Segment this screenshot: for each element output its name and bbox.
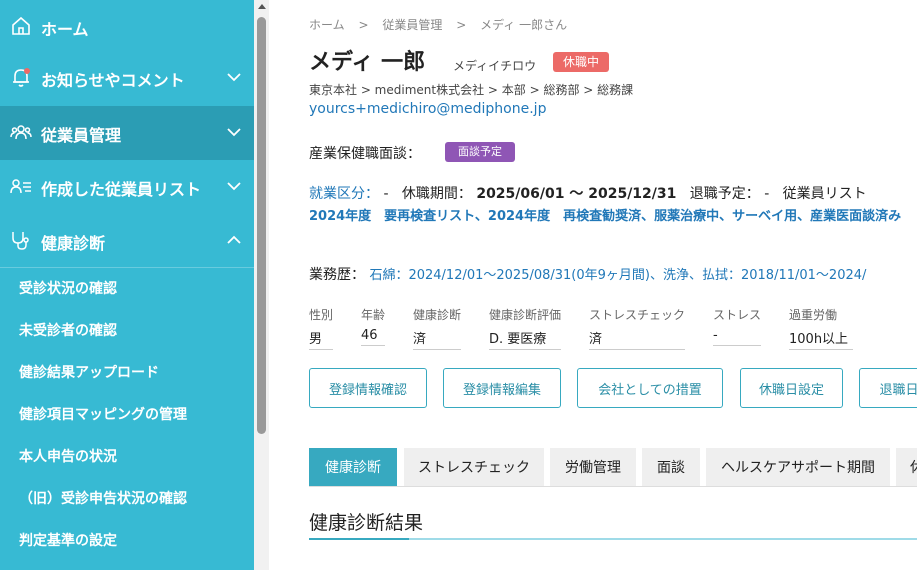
user-list-icon [10,179,31,194]
work-history-label: 業務歴： [309,267,365,283]
interview-badge: 面談予定 [445,142,515,162]
field-label: 年齢 [361,308,386,322]
sidebar-item-label: 従業員管理 [41,126,122,145]
chevron-down-icon [227,182,241,191]
field-value: 済 [589,328,685,350]
field-label: 性別 [309,308,334,322]
breadcrumb-employees[interactable]: 従業員管理 [382,18,442,32]
status-badge: 休職中 [553,52,610,72]
field-value: 100h以上 [789,328,853,350]
employment-category-value: - [383,186,389,202]
employment-category-label[interactable]: 就業区分： [309,186,379,202]
set-retirement-date-button[interactable]: 退職日 [859,368,917,408]
field-stress-check: ストレスチェック 済 [589,306,685,350]
sidebar-subitem-unexamined[interactable]: 未受診者の確認 [19,320,117,340]
field-label: 健康診断 [413,308,462,322]
field-value: 済 [413,328,461,350]
field-value: - [713,328,761,346]
scrollbar-thumb[interactable] [257,17,266,434]
breadcrumb-separator: > [358,18,369,32]
stethoscope-icon [12,232,29,250]
section-title: 健康診断結果 [309,512,424,534]
bell-icon [13,68,30,87]
edit-registration-button[interactable]: 登録情報編集 [443,368,561,408]
tab-leave[interactable]: 休 [896,448,917,486]
field-stress: ストレス - [713,306,761,346]
chevron-down-icon [227,128,241,137]
sidebar-subitem-result-upload[interactable]: 健診結果アップロード [19,362,159,382]
employee-name: メディ 一郎 [309,50,426,75]
retirement-value: - [764,186,770,202]
field-value: D. 要医療 [489,328,561,350]
breadcrumb-separator: > [456,18,467,32]
home-icon [12,16,30,35]
field-age: 年齢 46 [361,306,385,346]
sidebar-subitem-checkup-status[interactable]: 受診状況の確認 [19,278,117,298]
breadcrumb-current: メディ 一郎さん [480,18,568,32]
breadcrumb-home[interactable]: ホーム [309,18,345,32]
set-leave-date-button[interactable]: 休職日設定 [740,368,843,408]
breadcrumb: ホーム > 従業員管理 > メディ 一郎さん [309,16,577,33]
employee-list-label: 従業員リスト [782,186,867,202]
sidebar-item-label: ホーム [41,20,89,39]
tab-labor-management[interactable]: 労働管理 [550,448,636,486]
field-value: 46 [361,328,385,346]
main-content: ホーム > 従業員管理 > メディ 一郎さん メディ 一郎 メディイチロウ 休職… [269,0,917,570]
leave-period-value: 2025/06/01 ～ 2025/12/31 [476,186,677,202]
chevron-up-icon [227,235,241,244]
sidebar-item-health-checkup[interactable]: 健康診断 [0,214,254,268]
sidebar-item-notifications[interactable]: お知らせやコメント [0,51,254,105]
sidebar-item-employee-lists[interactable]: 作成した従業員リスト [0,160,254,214]
leave-period-label: 休職期間： [401,186,472,202]
tab-healthcare-support[interactable]: ヘルスケアサポート期間 [706,448,890,486]
company-measures-button[interactable]: 会社としての措置 [577,368,723,408]
occupational-health-interview-label: 産業保健職面談： [309,146,421,162]
tab-health-checkup[interactable]: 健康診断 [309,448,397,486]
field-health-checkup: 健康診断 済 [413,306,461,350]
section-underline-accent [309,538,409,540]
sidebar-item-label: お知らせやコメント [41,71,185,90]
field-overwork: 過重労働 100h以上 [789,306,853,350]
field-health-checkup-rating: 健康診断評価 D. 要医療 [489,306,561,350]
sidebar-item-home[interactable]: ホーム [0,0,254,54]
work-history-value[interactable]: 石綿：2024/12/01～2025/08/31(0年9ヶ月間)、洗浄、払拭：2… [369,268,866,283]
employee-org-path: 東京本社 > mediment株式会社 > 本部 > 総務部 > 総務課 [309,83,634,97]
employee-email-link[interactable]: yourcs+medichiro@mediphone.jp [309,101,546,117]
field-value: 男 [309,328,333,350]
sidebar-item-label: 健康診断 [41,234,106,253]
field-label: ストレス [713,308,762,322]
field-label: ストレスチェック [589,308,686,322]
view-registration-button[interactable]: 登録情報確認 [309,368,427,408]
app: ホーム お知らせやコメント 従業員管理 作成した従業員リスト 健康診断 受診状況… [0,0,917,570]
sidebar-item-employees[interactable]: 従業員管理 [0,106,254,160]
sidebar-subitem-self-report[interactable]: 本人申告の状況 [19,446,117,466]
sidebar-subitem-item-mapping[interactable]: 健診項目マッピングの管理 [19,404,187,424]
field-label: 過重労働 [789,308,838,322]
field-label: 健康診断評価 [489,308,562,322]
employment-info-line: 就業区分： - 休職期間： 2025/06/01 ～ 2025/12/31 退職… [309,183,867,203]
retirement-label: 退職予定： [689,186,760,202]
field-gender: 性別 男 [309,306,333,350]
users-icon [10,125,32,140]
tab-interview[interactable]: 面談 [642,448,700,486]
chevron-down-icon [227,73,241,82]
work-history-line: 業務歴： 石綿：2024/12/01～2025/08/31(0年9ヶ月間)、洗浄… [309,264,866,284]
sidebar-subitem-old-report[interactable]: （旧）受診申告状況の確認 [19,488,187,508]
tab-divider [309,486,917,487]
employee-kana: メディイチロウ [453,59,537,73]
sidebar: ホーム お知らせやコメント 従業員管理 作成した従業員リスト 健康診断 受診状況… [0,0,254,570]
sidebar-item-label: 作成した従業員リスト [41,180,202,199]
sidebar-subitem-criteria[interactable]: 判定基準の設定 [19,530,117,550]
scroll-up-arrow-icon[interactable] [258,4,266,9]
employee-list-tags[interactable]: 2024年度 要再検査リスト、2024年度 再検査勧奨済、服薬治療中、サーベイ用… [309,206,917,227]
tab-stress-check[interactable]: ストレスチェック [404,448,544,486]
